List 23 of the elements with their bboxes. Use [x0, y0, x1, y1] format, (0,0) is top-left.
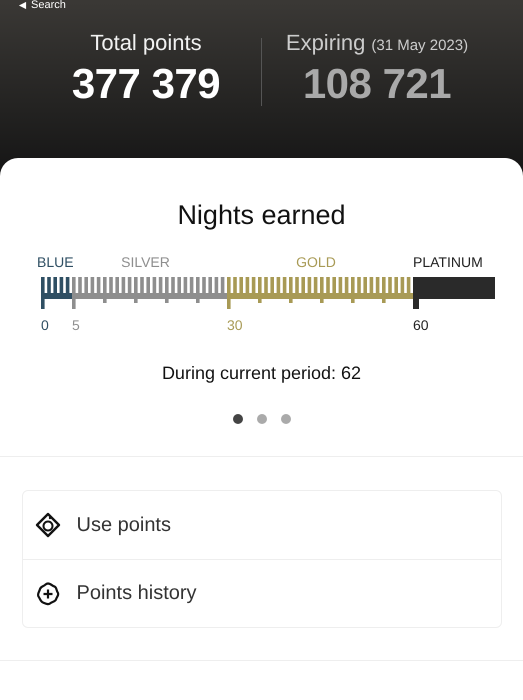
summary-date: (31 May 2023) — [371, 37, 468, 54]
tier-label: SILVER — [120, 254, 170, 270]
tier-label: BLUE — [36, 254, 74, 270]
page-dot[interactable] — [232, 414, 242, 424]
tier-label: GOLD — [296, 254, 336, 270]
page-dot[interactable] — [280, 414, 290, 424]
points-value: 377 379 — [72, 60, 220, 108]
period-text: During current period: 62 — [162, 363, 362, 384]
summary-label: Total points — [90, 30, 202, 56]
summary-label: Expiring — [286, 30, 366, 56]
section-title: Nights earned — [177, 200, 346, 231]
tier-label: PLATINUM — [412, 254, 482, 270]
tick-label: 30 — [226, 317, 242, 333]
tick-label: 60 — [412, 317, 428, 333]
action-item[interactable]: Points history — [22, 559, 500, 627]
page-dot[interactable] — [256, 414, 266, 424]
tick-label: 5 — [72, 317, 80, 333]
badge-plus-icon — [34, 580, 60, 606]
action-item[interactable]: Use points — [22, 491, 500, 559]
back-icon[interactable] — [18, 0, 27, 10]
tick-label: 0 — [40, 317, 48, 333]
points-value: 108 721 — [302, 60, 452, 108]
tag-icon — [34, 512, 60, 538]
